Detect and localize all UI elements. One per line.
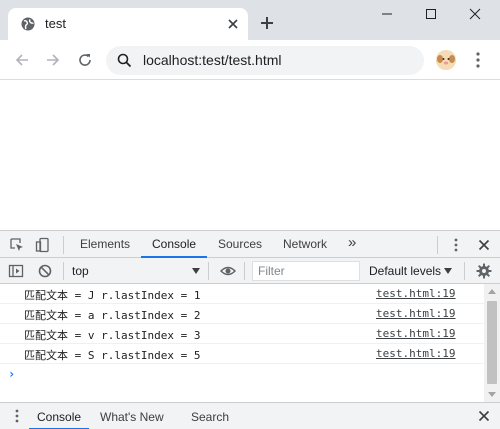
more-menu-icon[interactable] [470,51,486,69]
inspect-element-icon[interactable] [9,237,25,253]
close-drawer-icon[interactable] [476,408,492,424]
source-link[interactable]: test.html:19 [376,347,455,360]
chevron-down-icon [444,268,452,274]
minimize-icon[interactable] [379,6,395,22]
close-window-icon[interactable] [467,6,483,22]
log-levels-dropdown[interactable]: Default levels [369,264,441,278]
console-message-text: 匹配文本 = a r.lastIndex = 2 [24,309,201,322]
tab-network[interactable]: Network [283,237,327,251]
console-message-text: 匹配文本 = v r.lastIndex = 3 [24,329,201,342]
tab-title: test [45,16,66,31]
toolbar-divider [437,236,438,254]
chevron-down-icon [192,268,200,274]
toolbar-divider [464,262,465,280]
search-icon [117,53,132,68]
reload-icon[interactable] [77,52,93,68]
close-tab-icon[interactable] [225,16,241,32]
toolbar-divider [63,262,64,280]
address-url: localhost:test/test.html [143,52,282,68]
settings-gear-icon[interactable] [476,263,492,279]
tab-elements[interactable]: Elements [80,237,130,251]
console-prompt[interactable]: › [8,367,15,381]
dog-face-icon [436,50,456,70]
more-tabs-button[interactable]: » [348,234,356,251]
forward-arrow-icon[interactable] [45,52,61,68]
console-scrollbar[interactable] [484,284,500,402]
tab-sources[interactable]: Sources [218,237,262,251]
clear-console-icon[interactable] [37,263,53,279]
filter-input[interactable] [252,261,360,281]
close-devtools-icon[interactable] [476,237,492,253]
show-sidebar-icon[interactable] [8,263,24,279]
drawer-tab-search[interactable]: Search [191,410,229,424]
browser-toolbar: localhost:test/test.html [0,40,500,80]
toolbar-divider [244,262,245,280]
tab-console[interactable]: Console [152,237,196,251]
browser-tab[interactable]: test [8,8,248,40]
title-bar: test [0,0,500,40]
console-output: 匹配文本 = J r.lastIndex = 1 test.html:19 匹配… [0,284,484,402]
scroll-down-arrow-icon[interactable] [488,392,496,397]
console-message: 匹配文本 = J r.lastIndex = 1 test.html:19 [0,284,484,304]
eye-icon[interactable] [220,263,236,279]
maximize-icon[interactable] [423,6,439,22]
scroll-thumb[interactable] [487,301,497,384]
toolbar-divider [208,262,209,280]
address-bar[interactable]: localhost:test/test.html [106,46,424,75]
scroll-up-arrow-icon[interactable] [488,289,496,294]
console-message: 匹配文本 = a r.lastIndex = 2 test.html:19 [0,304,484,324]
devtools-tab-strip: Elements Console Sources Network » [0,230,500,258]
device-toolbar-icon[interactable] [35,237,51,253]
page-viewport [0,81,500,230]
console-message: 匹配文本 = S r.lastIndex = 5 test.html:19 [0,344,484,364]
drawer-tab-strip: Console What's New Search [0,402,500,429]
source-link[interactable]: test.html:19 [376,287,455,300]
profile-avatar[interactable] [436,50,456,70]
toolbar-divider [63,236,64,254]
drawer-tab-console[interactable]: Console [37,410,81,424]
new-tab-icon[interactable] [259,15,275,31]
globe-icon [21,17,35,31]
console-message-text: 匹配文本 = S r.lastIndex = 5 [24,349,201,362]
back-arrow-icon[interactable] [14,52,30,68]
source-link[interactable]: test.html:19 [376,327,455,340]
console-message: 匹配文本 = v r.lastIndex = 3 test.html:19 [0,324,484,344]
console-message-text: 匹配文本 = J r.lastIndex = 1 [24,289,201,302]
console-toolbar: top Default levels [0,258,500,284]
drawer-menu-icon[interactable] [9,408,25,424]
source-link[interactable]: test.html:19 [376,307,455,320]
context-selector[interactable]: top [72,264,89,278]
drawer-tab-whats-new[interactable]: What's New [100,410,164,424]
devtools-menu-icon[interactable] [448,237,464,253]
